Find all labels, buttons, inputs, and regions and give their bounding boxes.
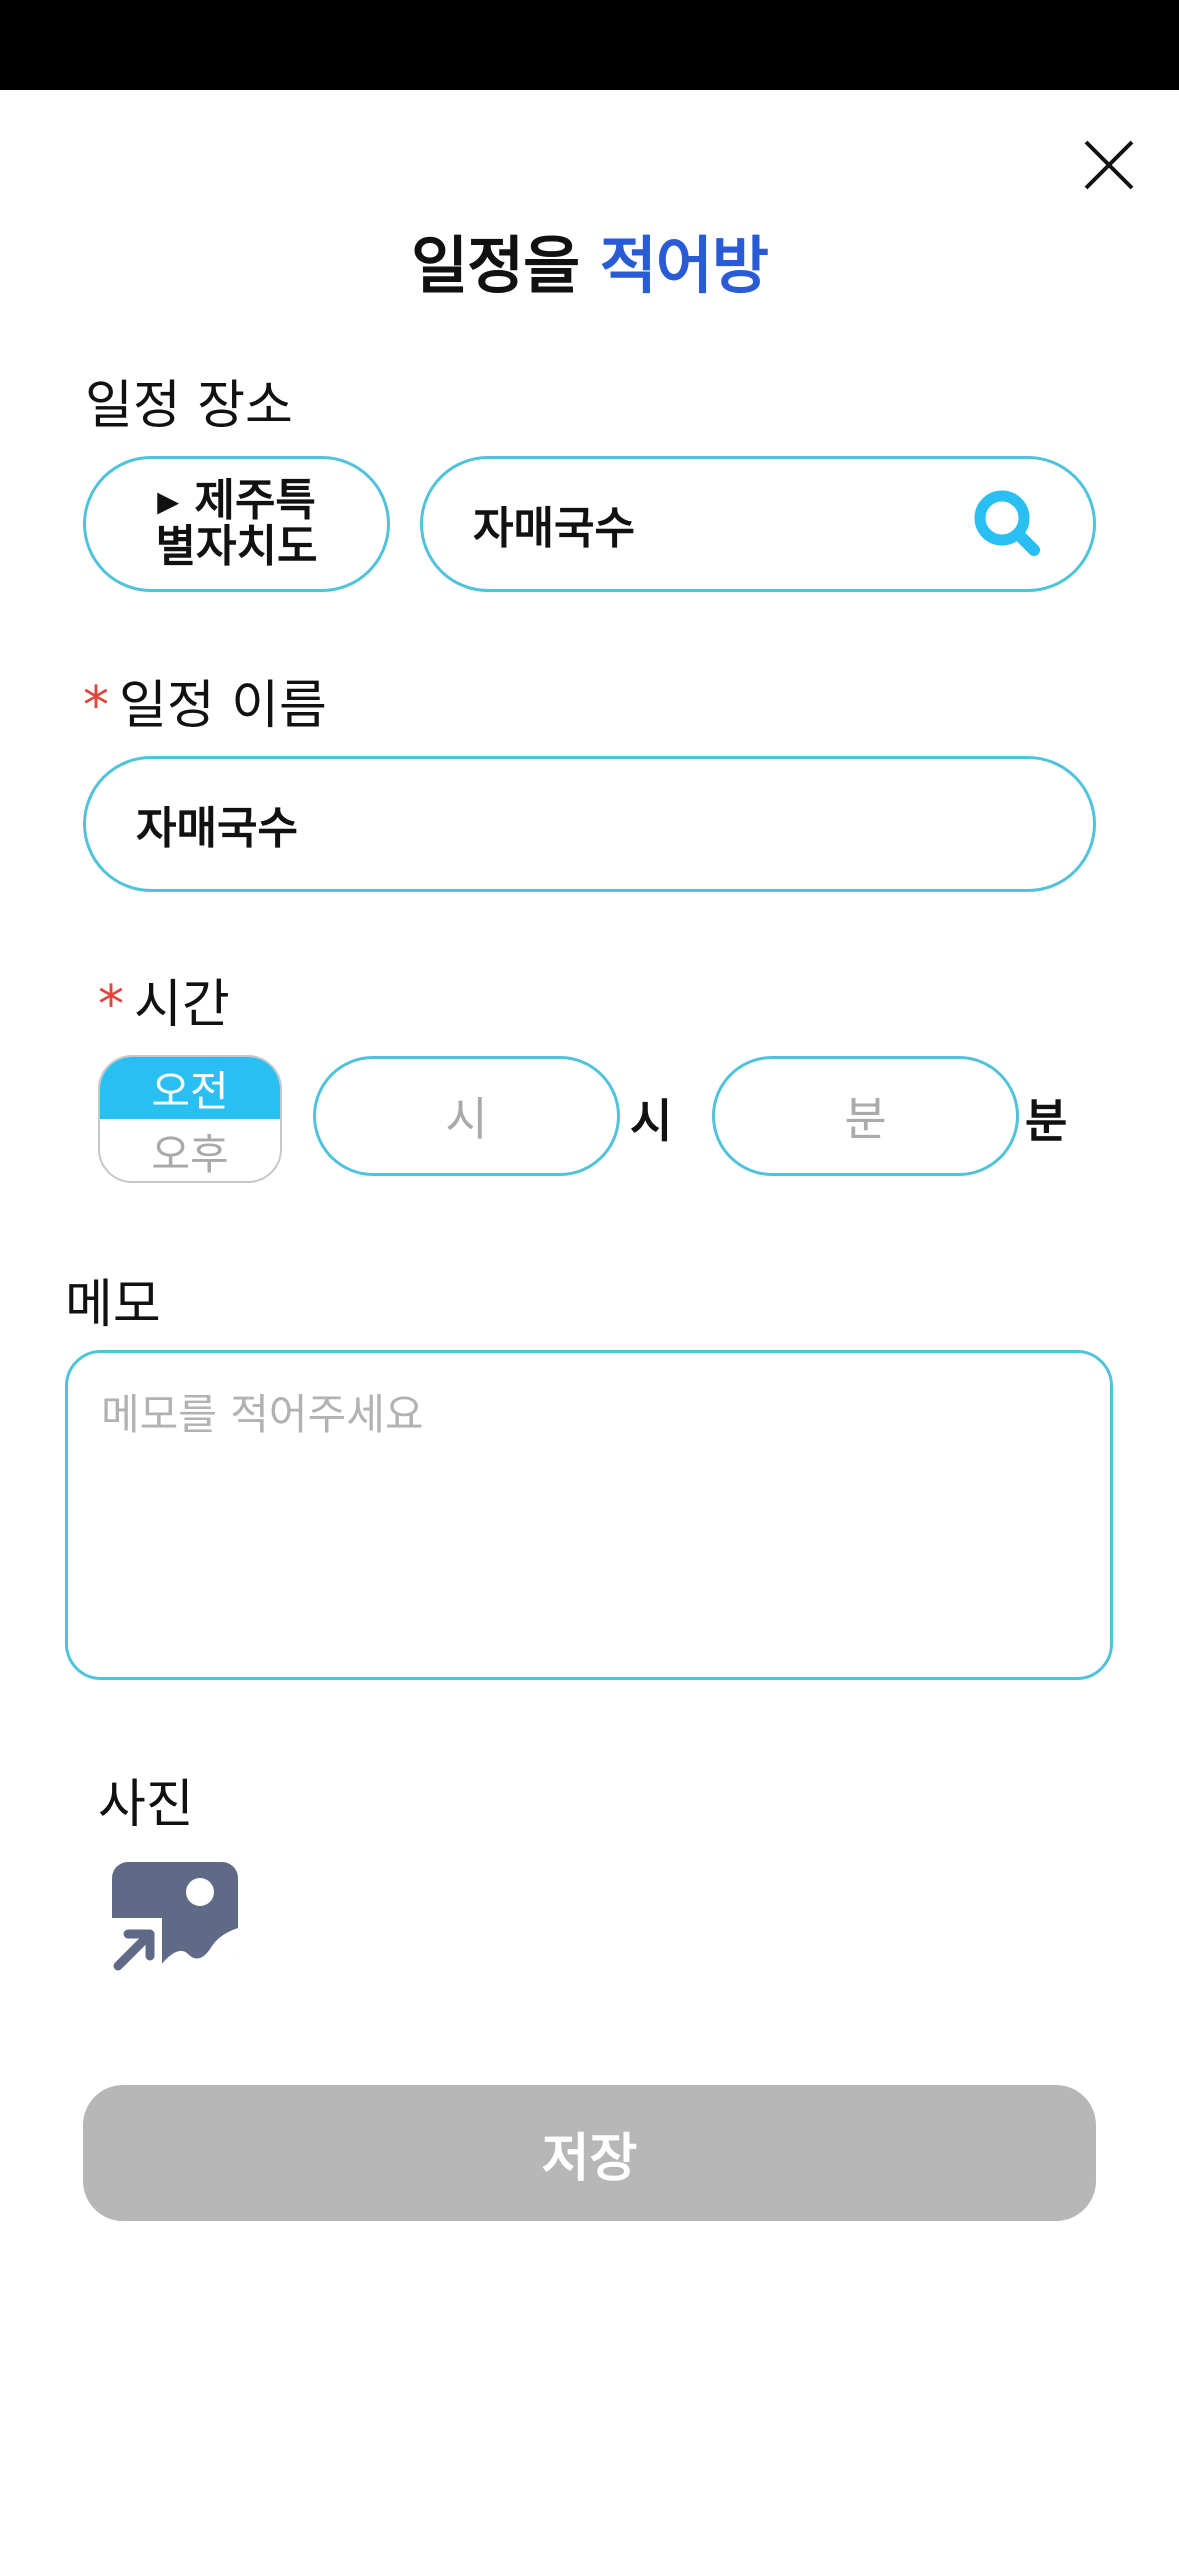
schedule-name-value: 자매국수	[136, 803, 298, 854]
memo-placeholder: 메모를 적어주세요	[101, 1390, 424, 1439]
schedule-name-input[interactable]: 자매국수	[83, 756, 1096, 892]
place-search-input[interactable]: 자매국수	[420, 456, 1096, 592]
page-title: 일정을 적어방	[0, 215, 1179, 305]
add-image-icon	[106, 1862, 238, 1976]
region-button-label: ▸ 제주특 별자치도	[155, 475, 318, 572]
minute-input[interactable]: 분	[712, 1056, 1019, 1176]
minute-unit: 분	[1025, 1094, 1068, 1148]
time-label-text: 시간	[134, 975, 230, 1035]
save-button[interactable]: 저장	[83, 2085, 1096, 2221]
am-option[interactable]: 오전	[100, 1057, 280, 1119]
pm-option[interactable]: 오후	[100, 1119, 280, 1181]
hour-input[interactable]: 시	[313, 1056, 620, 1176]
memo-textarea[interactable]: 메모를 적어주세요	[65, 1350, 1113, 1680]
time-label: * 시간	[98, 962, 230, 1037]
close-button[interactable]	[1074, 130, 1144, 200]
close-icon	[1084, 140, 1134, 190]
region-select-button[interactable]: ▸ 제주특 별자치도	[83, 456, 390, 592]
status-bar	[0, 0, 1179, 90]
hour-unit: 시	[630, 1094, 673, 1148]
required-mark: *	[98, 975, 124, 1035]
memo-label: 메모	[65, 1275, 161, 1335]
title-accent: 적어방	[599, 229, 769, 302]
schedule-name-label-text: 일정 이름	[119, 676, 327, 736]
search-icon[interactable]	[968, 484, 1048, 564]
add-photo-button[interactable]	[106, 1858, 242, 1976]
title-prefix: 일정을	[411, 229, 580, 302]
place-label: 일정 장소	[85, 376, 293, 436]
am-pm-toggle[interactable]: 오전 오후	[98, 1055, 282, 1183]
place-search-value: 자매국수	[473, 503, 635, 554]
schedule-name-label: * 일정 이름	[83, 663, 327, 738]
photo-label: 사진	[98, 1775, 194, 1835]
required-mark: *	[83, 676, 109, 736]
